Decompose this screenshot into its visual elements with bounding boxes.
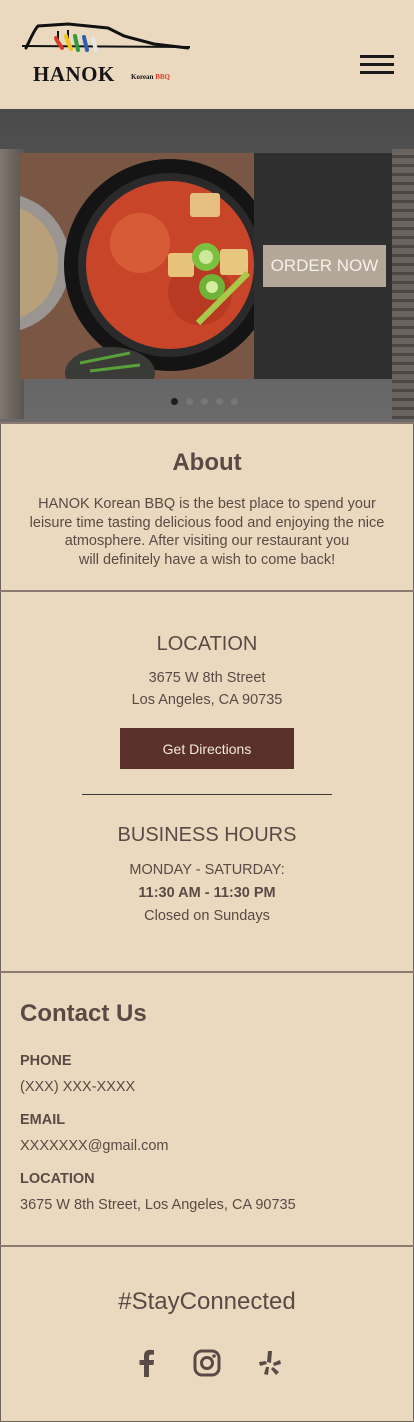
- carousel-dots: [171, 398, 238, 405]
- logo-subtitle: Korean BBQ: [131, 73, 170, 81]
- facebook-icon[interactable]: [131, 1348, 161, 1378]
- instagram-glyph: [193, 1349, 221, 1377]
- email-label: EMAIL: [20, 1112, 66, 1128]
- about-line: atmosphere. After visiting our restauran…: [64, 533, 350, 549]
- hanok-logo[interactable]: HANOK Korean BBQ: [20, 18, 195, 88]
- roof-logo-icon: [21, 22, 191, 52]
- section-divider: [0, 1245, 414, 1247]
- carousel-dot-5[interactable]: [231, 398, 238, 405]
- carousel-dot-4[interactable]: [216, 398, 223, 405]
- site-header: HANOK Korean BBQ: [0, 0, 414, 109]
- hamburger-menu-icon[interactable]: [360, 55, 394, 75]
- hours-closed: Closed on Sundays: [144, 908, 270, 924]
- logo-sub-korean: Korean: [131, 73, 154, 81]
- hero-background-right: [392, 149, 414, 419]
- phone-value[interactable]: (XXX) XXX-XXXX: [20, 1079, 135, 1095]
- about-text: HANOK Korean BBQ is the best place to sp…: [18, 495, 396, 569]
- about-line: will definitely have a wish to come back…: [78, 551, 336, 568]
- yelp-glyph: [259, 1351, 281, 1375]
- hero-carousel: ORDER NOW: [0, 109, 414, 423]
- carousel-dot-1[interactable]: [171, 398, 178, 405]
- hours-days: MONDAY - SATURDAY:: [129, 862, 285, 878]
- location-title: LOCATION: [156, 633, 258, 655]
- contact-title: Contact Us: [20, 1000, 147, 1027]
- about-line: HANOK Korean BBQ is the best place to sp…: [38, 496, 376, 512]
- section-divider: [0, 971, 414, 973]
- stay-connected-title: #StayConnected: [118, 1288, 296, 1315]
- get-directions-button[interactable]: Get Directions: [120, 728, 294, 769]
- logo-wordmark: HANOK: [33, 62, 115, 86]
- stew-bowl-image: [20, 153, 254, 379]
- carousel-dot-3[interactable]: [201, 398, 208, 405]
- contact-location-label: LOCATION: [20, 1171, 95, 1187]
- hero-food-image: [20, 153, 254, 379]
- contact-location-value: 3675 W 8th Street, Los Angeles, CA 90735: [20, 1197, 296, 1213]
- email-value[interactable]: XXXXXXX@gmail.com: [20, 1138, 169, 1154]
- location-city: Los Angeles, CA 90735: [131, 692, 283, 708]
- logo-sub-bbq: BBQ: [155, 73, 170, 81]
- carousel-dot-2[interactable]: [186, 398, 193, 405]
- hours-time: 11:30 AM - 11:30 PM: [138, 885, 276, 901]
- business-hours-title: BUSINESS HOURS: [117, 824, 297, 846]
- facebook-glyph: [139, 1349, 154, 1377]
- location-hours-divider: [82, 794, 332, 795]
- yelp-icon[interactable]: [256, 1348, 286, 1378]
- location-street: 3675 W 8th Street: [148, 670, 266, 686]
- section-divider: [0, 422, 414, 424]
- phone-label: PHONE: [20, 1053, 72, 1069]
- about-line: leisure time tasting delicious food and …: [29, 514, 385, 531]
- about-title: About: [172, 449, 242, 476]
- order-now-button[interactable]: ORDER NOW: [263, 245, 386, 287]
- section-divider: [0, 590, 414, 592]
- instagram-icon[interactable]: [192, 1348, 222, 1378]
